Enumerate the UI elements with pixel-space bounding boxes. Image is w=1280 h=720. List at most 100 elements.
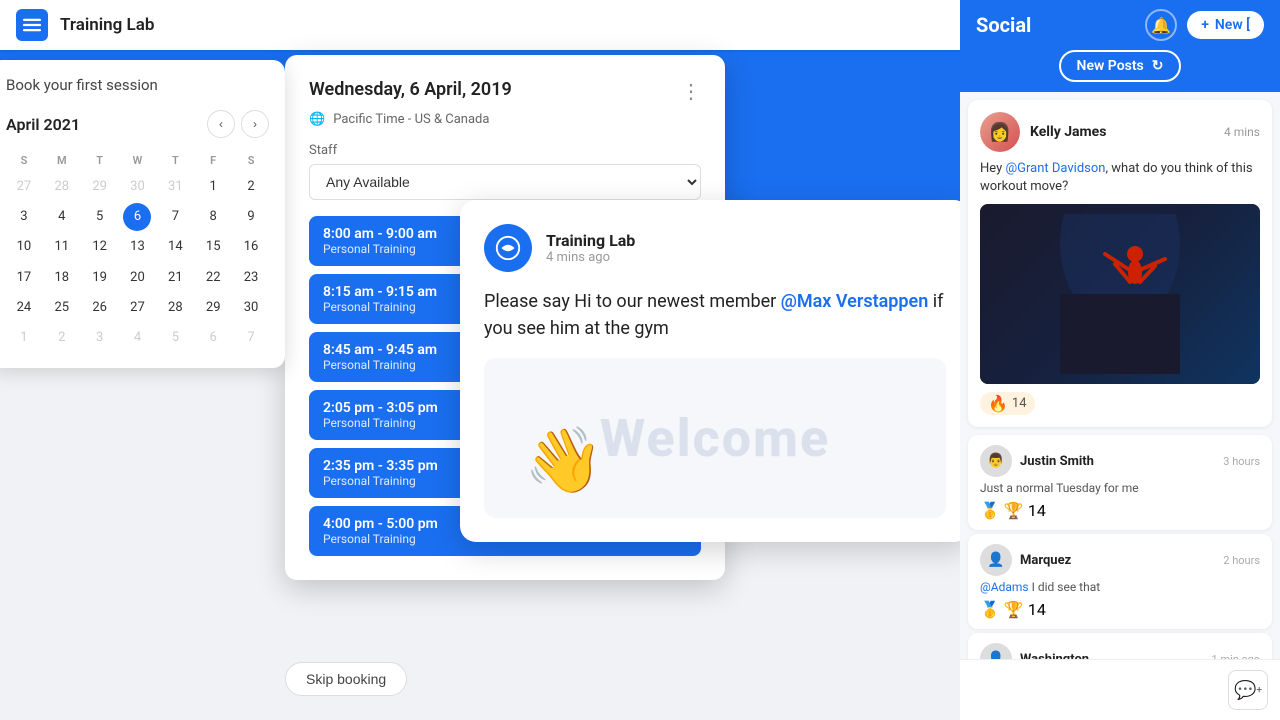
cal-day[interactable]: 6: [195, 324, 231, 352]
cal-day[interactable]: 9: [233, 203, 269, 231]
marquez-time: 2 hours: [1223, 554, 1260, 567]
cal-day[interactable]: 28: [44, 173, 80, 201]
fire-count: 14: [1012, 396, 1027, 411]
cal-day[interactable]: 21: [157, 264, 193, 292]
cal-day[interactable]: 4: [120, 324, 156, 352]
cal-day[interactable]: 25: [44, 294, 80, 322]
new-post-button[interactable]: + New [: [1187, 11, 1264, 39]
more-vertical-icon[interactable]: ⋮: [681, 79, 701, 103]
new-posts-label: New Posts: [1077, 58, 1144, 74]
post-org-name: Training Lab: [546, 231, 946, 250]
cal-day[interactable]: 5: [157, 324, 193, 352]
cal-day[interactable]: 17: [6, 264, 42, 292]
cal-day[interactable]: 7: [157, 203, 193, 231]
new-posts-button[interactable]: New Posts ↻: [1059, 50, 1182, 82]
gymnast-photo: [980, 204, 1260, 384]
kelly-post-text: Hey @Grant Davidson, what do you think o…: [980, 160, 1260, 196]
cal-day[interactable]: 10: [6, 233, 42, 261]
social-mini-post-washington: 👤 Washington 1 min ago and: [968, 633, 1272, 659]
calendar-prev-button[interactable]: ‹: [207, 110, 235, 138]
booking-timezone: 🌐 Pacific Time - US & Canada: [309, 112, 701, 127]
sp-meta: Kelly James: [1030, 124, 1106, 140]
cal-day-selected[interactable]: 6: [123, 203, 151, 231]
cal-day[interactable]: 18: [44, 264, 80, 292]
calendar-next-button[interactable]: ›: [241, 110, 269, 138]
book-session-text: Book your first session: [6, 76, 269, 94]
refresh-icon: ↻: [1152, 58, 1164, 74]
staff-select[interactable]: Any Available: [309, 164, 701, 200]
cal-day[interactable]: 24: [6, 294, 42, 322]
post-text-before: Please say Hi to our newest member: [484, 291, 781, 312]
staff-label: Staff: [309, 143, 701, 158]
cal-day[interactable]: 29: [195, 294, 231, 322]
cal-day[interactable]: 15: [195, 233, 231, 261]
social-header: Social 🔔 + New [: [960, 0, 1280, 50]
cal-day[interactable]: 31: [157, 173, 193, 201]
cal-day[interactable]: 7: [233, 324, 269, 352]
post-mention[interactable]: @Max Verstappen: [781, 291, 929, 312]
cal-day[interactable]: 4: [44, 203, 80, 231]
justin-time: 3 hours: [1223, 455, 1260, 468]
cal-day[interactable]: 2: [233, 173, 269, 201]
cal-day[interactable]: 27: [6, 173, 42, 201]
trophy-icon2: 🏆: [1004, 600, 1024, 619]
cal-day[interactable]: 26: [82, 294, 118, 322]
cal-header-f: F: [195, 150, 231, 171]
post-body-text: Please say Hi to our newest member @Max …: [484, 288, 946, 342]
cal-day[interactable]: 12: [82, 233, 118, 261]
cal-day[interactable]: 2: [44, 324, 80, 352]
compose-button[interactable]: 💬+: [1228, 670, 1268, 710]
adams-mention[interactable]: @Adams: [980, 580, 1029, 594]
bell-button[interactable]: 🔔: [1145, 9, 1177, 41]
welcome-box: 👋 Welcome: [484, 358, 946, 518]
justin-reactions: 🥇 🏆 14: [980, 501, 1260, 520]
kelly-name: Kelly James: [1030, 124, 1106, 140]
social-feed: 👩 Kelly James 4 mins Hey @Grant Davidson…: [960, 92, 1280, 659]
washington-avatar: 👤: [980, 643, 1012, 659]
cal-day[interactable]: 19: [82, 264, 118, 292]
social-mini-post-justin: 👨 Justin Smith 3 hours Just a normal Tue…: [968, 435, 1272, 530]
cal-day[interactable]: 5: [82, 203, 118, 231]
cal-day[interactable]: 23: [233, 264, 269, 292]
menu-icon[interactable]: [16, 9, 48, 41]
marquez-reactions: 🥇 🏆 14: [980, 600, 1260, 619]
justin-text: Just a normal Tuesday for me: [980, 481, 1260, 495]
social-bottom-actions: 💬+: [960, 659, 1280, 720]
cal-day[interactable]: 3: [6, 203, 42, 231]
cal-day[interactable]: 3: [82, 324, 118, 352]
cal-day[interactable]: 29: [82, 173, 118, 201]
cal-day[interactable]: 11: [44, 233, 80, 261]
social-post-kelly: 👩 Kelly James 4 mins Hey @Grant Davidson…: [968, 100, 1272, 427]
cal-day[interactable]: 13: [120, 233, 156, 261]
calendar-card: Book your first session April 2021 ‹ › S…: [0, 60, 285, 368]
cal-day[interactable]: 14: [157, 233, 193, 261]
kelly-post-time: 4 mins: [1224, 125, 1260, 139]
cal-day[interactable]: 30: [233, 294, 269, 322]
post-card-header: Training Lab 4 mins ago: [484, 224, 946, 272]
medal-icon: 🥇: [980, 501, 1000, 520]
cal-day[interactable]: 22: [195, 264, 231, 292]
sp-header: 👩 Kelly James 4 mins: [980, 112, 1260, 152]
cal-day[interactable]: 1: [6, 324, 42, 352]
marquez-avatar: 👤: [980, 544, 1012, 576]
skip-booking-button[interactable]: Skip booking: [285, 662, 407, 696]
wave-emoji: 👋: [524, 423, 604, 498]
cal-day[interactable]: 20: [120, 264, 156, 292]
medal-icon2: 🥇: [980, 600, 1000, 619]
cal-day[interactable]: 1: [195, 173, 231, 201]
post-time: 4 mins ago: [546, 250, 946, 265]
trophy-count2: 14: [1028, 600, 1046, 619]
post-meta: Training Lab 4 mins ago: [546, 231, 946, 265]
cal-header-w: W: [120, 150, 156, 171]
calendar-grid: S M T W T F S 27 28 29 30 31 1 2 3 4 5 6…: [6, 150, 269, 352]
header-bar: Training Lab: [0, 0, 960, 50]
social-panel: Social 🔔 + New [ New Posts ↻ 👩: [960, 0, 1280, 720]
cal-day[interactable]: 8: [195, 203, 231, 231]
cal-day[interactable]: 30: [120, 173, 156, 201]
cal-day[interactable]: 28: [157, 294, 193, 322]
justin-name: Justin Smith: [1020, 454, 1094, 469]
cal-day[interactable]: 27: [120, 294, 156, 322]
cal-day[interactable]: 16: [233, 233, 269, 261]
grant-mention[interactable]: @Grant Davidson: [1005, 161, 1105, 176]
cal-header-s2: S: [233, 150, 269, 171]
